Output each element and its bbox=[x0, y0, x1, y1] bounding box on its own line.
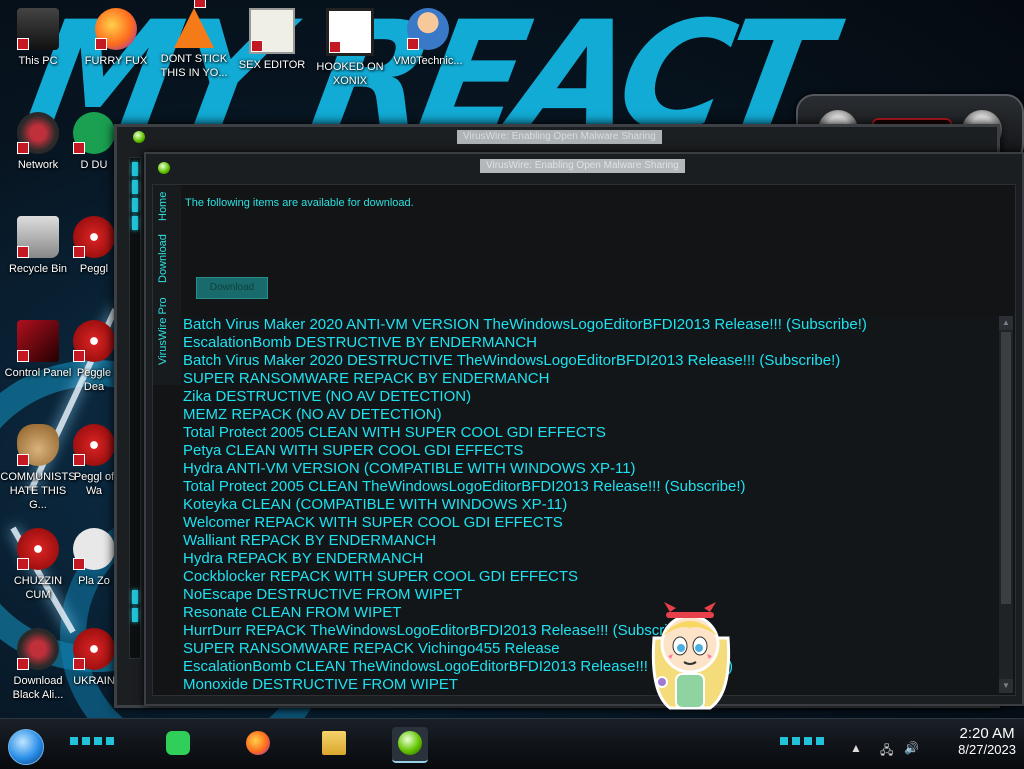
download-page: The following items are available for do… bbox=[181, 185, 1015, 310]
money-bag-icon bbox=[17, 424, 59, 466]
cartoon-girl-sticker bbox=[651, 602, 731, 710]
window-orb-icon[interactable] bbox=[133, 131, 145, 143]
list-item[interactable]: Batch Virus Maker 2020 DESTRUCTIVE TheWi… bbox=[181, 352, 999, 370]
desktop-icon-download-black-ali[interactable]: Download Black Ali... bbox=[0, 628, 76, 702]
xonix-game-icon bbox=[326, 8, 374, 56]
flower-icon bbox=[73, 528, 115, 570]
firefox-icon bbox=[95, 8, 137, 50]
desktop-icon-hooked-on-xonix[interactable]: HOOKED ON XONIX bbox=[312, 8, 388, 88]
chevron-up-icon[interactable]: ▲ bbox=[850, 741, 862, 755]
list-item[interactable]: Monoxide DESTRUCTIVE FROM WIPET bbox=[181, 676, 999, 693]
peggle-icon bbox=[73, 320, 115, 362]
list-scrollbar[interactable]: ▲ ▼ bbox=[999, 316, 1013, 693]
scroll-down-arrow-icon[interactable]: ▼ bbox=[999, 679, 1013, 693]
tab-home[interactable]: Home bbox=[157, 189, 177, 223]
control-panel-icon bbox=[17, 320, 59, 362]
window-orb-icon[interactable] bbox=[158, 162, 170, 174]
desktop-icon-vm0technic[interactable]: VM0Technic... bbox=[390, 8, 466, 68]
network-icon[interactable]: 🖧 bbox=[880, 741, 893, 762]
desktop-icon-sex-editor[interactable]: SEX EDITOR bbox=[234, 8, 310, 72]
taskbar-decoration bbox=[70, 737, 118, 745]
clock-date: 8/27/2023 bbox=[958, 742, 1016, 757]
desktop-icon-partial[interactable]: Pla Zo bbox=[72, 528, 116, 588]
doctor-icon bbox=[407, 8, 449, 50]
list-item[interactable]: HurrDurr REPACK TheWindowsLogoEditorBFDI… bbox=[181, 622, 999, 640]
list-item[interactable]: Total Protect 2005 CLEAN TheWindowsLogoE… bbox=[181, 478, 999, 496]
malware-list[interactable]: Batch Virus Maker 2020 ANTI-VM VERSION T… bbox=[181, 316, 999, 693]
list-item[interactable]: Zika DESTRUCTIVE (NO AV DETECTION) bbox=[181, 388, 999, 406]
network-alien-icon bbox=[17, 112, 59, 154]
chuzzle-icon bbox=[17, 528, 59, 570]
list-item[interactable]: Cockblocker REPACK WITH SUPER COOL GDI E… bbox=[181, 568, 999, 586]
list-item[interactable]: SUPER RANSOMWARE REPACK BY ENDERMANCH bbox=[181, 370, 999, 388]
app-icon bbox=[73, 628, 115, 670]
desktop-icon-recycle-bin[interactable]: Recycle Bin bbox=[0, 216, 76, 276]
start-button[interactable] bbox=[8, 729, 44, 765]
desktop-icon-dont-stick[interactable]: DONT STICK THIS IN YO... bbox=[156, 0, 232, 80]
taskbar-app-file-explorer[interactable] bbox=[316, 727, 352, 761]
taskbar-app-viruswire[interactable] bbox=[392, 727, 428, 763]
hex-editor-icon bbox=[249, 8, 295, 54]
tab-viruswire-pro[interactable]: VirusWire Pro bbox=[157, 293, 177, 369]
desktop-icon-partial[interactable]: Peggl of Wa bbox=[72, 424, 116, 498]
download-button[interactable]: Download bbox=[196, 277, 268, 299]
outer-window-title: VirusWire: Enabling Open Malware Sharing bbox=[457, 130, 662, 144]
volume-icon[interactable]: 🔊 bbox=[904, 741, 919, 755]
scroll-up-arrow-icon[interactable]: ▲ bbox=[999, 316, 1013, 330]
viruswire-inner-window: VirusWire: Enabling Open Malware Sharing… bbox=[144, 152, 1024, 706]
scroll-thumb[interactable] bbox=[1001, 332, 1011, 604]
window-content: Home Download VirusWire Pro The followin… bbox=[152, 184, 1016, 696]
intro-text: The following items are available for do… bbox=[185, 197, 414, 209]
list-item[interactable]: MEMZ REPACK (NO AV DETECTION) bbox=[181, 406, 999, 424]
list-item[interactable]: Welcomer REPACK WITH SUPER COOL GDI EFFE… bbox=[181, 514, 999, 532]
tab-download[interactable]: Download bbox=[157, 233, 177, 285]
taskbar-decoration bbox=[780, 737, 828, 745]
clock[interactable]: 2:20 AM 8/27/2023 bbox=[958, 725, 1016, 757]
list-item[interactable]: Petya CLEAN WITH SUPER COOL GDI EFFECTS bbox=[181, 442, 999, 460]
viruswire-orb-icon bbox=[398, 731, 422, 755]
desktop-icon-partial[interactable]: D DU bbox=[72, 112, 116, 172]
alien-icon bbox=[17, 628, 59, 670]
recycle-bin-icon bbox=[17, 216, 59, 258]
list-item[interactable]: Batch Virus Maker 2020 ANTI-VM VERSION T… bbox=[181, 316, 999, 334]
list-item[interactable]: EscalationBomb DESTRUCTIVE BY ENDERMANCH bbox=[181, 334, 999, 352]
desktop-icon-control-panel[interactable]: Control Panel bbox=[0, 320, 76, 380]
peggle-icon bbox=[73, 216, 115, 258]
desktop-icon-partial[interactable]: Peggl bbox=[72, 216, 116, 276]
inner-window-title: VirusWire: Enabling Open Malware Sharing bbox=[480, 159, 685, 173]
desktop-icon-network[interactable]: Network bbox=[0, 112, 76, 172]
desktop-icon-this-pc[interactable]: This PC bbox=[0, 8, 76, 68]
desktop-icon-furry-fux[interactable]: FURRY FUX bbox=[78, 8, 154, 68]
taskbar-app-firefox[interactable] bbox=[240, 727, 276, 761]
vertical-tab-bar: Home Download VirusWire Pro bbox=[153, 185, 181, 385]
desktop-icon-chuzzin-cum[interactable]: CHUZZIN CUM bbox=[0, 528, 76, 602]
list-item[interactable]: SUPER RANSOMWARE REPACK Vichingo455 Rele… bbox=[181, 640, 999, 658]
list-item[interactable]: Resonate CLEAN FROM WIPET bbox=[181, 604, 999, 622]
computer-icon bbox=[17, 8, 59, 50]
list-item[interactable]: Hydra ANTI-VM VERSION (COMPATIBLE WITH W… bbox=[181, 460, 999, 478]
folder-icon bbox=[322, 731, 346, 755]
notes-app-icon bbox=[166, 731, 190, 755]
app-icon bbox=[73, 112, 115, 154]
desktop-icon-partial[interactable]: Peggle Dea bbox=[72, 320, 116, 394]
window-side-rail bbox=[129, 157, 141, 659]
taskbar: ▲ 🖧 🔊 2:20 AM 8/27/2023 bbox=[0, 718, 1024, 769]
desktop-icon-communists[interactable]: COMMUNISTS HATE THIS G... bbox=[0, 424, 76, 512]
desktop-icon-partial[interactable]: UKRAIN bbox=[72, 628, 116, 688]
taskbar-app-notes[interactable] bbox=[160, 727, 196, 761]
list-item[interactable]: NoEscape DESTRUCTIVE FROM WIPET bbox=[181, 586, 999, 604]
list-item[interactable]: Walliant REPACK BY ENDERMANCH bbox=[181, 532, 999, 550]
clock-time: 2:20 AM bbox=[959, 725, 1015, 742]
vlc-cone-icon bbox=[174, 0, 214, 48]
firefox-icon bbox=[246, 731, 270, 755]
list-item[interactable]: Hydra REPACK BY ENDERMANCH bbox=[181, 550, 999, 568]
list-item[interactable]: Koteyka CLEAN (COMPATIBLE WITH WINDOWS X… bbox=[181, 496, 999, 514]
list-item[interactable]: EscalationBomb CLEAN TheWindowsLogoEdito… bbox=[181, 658, 999, 676]
list-item[interactable]: Total Protect 2005 CLEAN WITH SUPER COOL… bbox=[181, 424, 999, 442]
peggle-icon bbox=[73, 424, 115, 466]
